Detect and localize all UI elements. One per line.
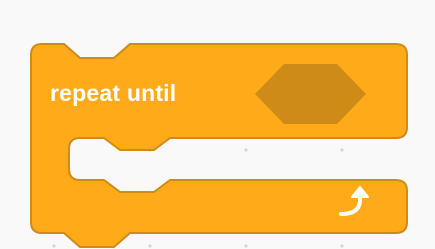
repeat-until-block[interactable] — [0, 0, 435, 249]
repeat-until-block-body[interactable] — [30, 43, 408, 248]
scripting-canvas[interactable]: repeat until — [0, 0, 435, 249]
block-label: repeat until — [50, 80, 177, 106]
